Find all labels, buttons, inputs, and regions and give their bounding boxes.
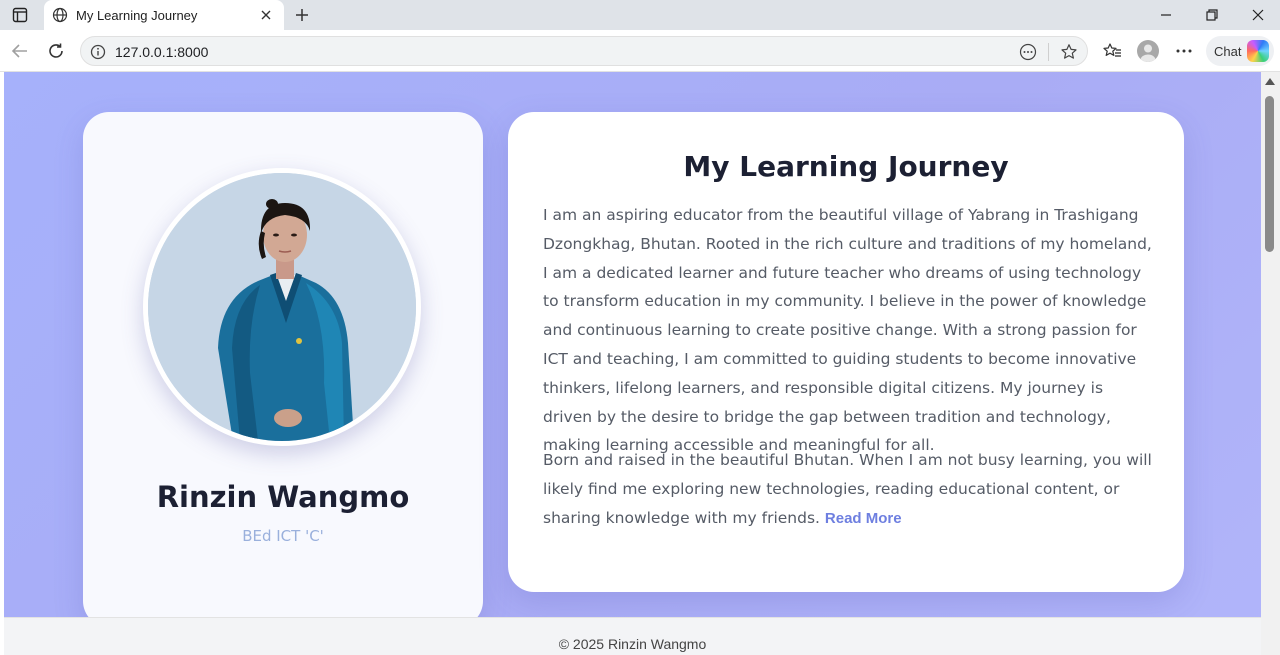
- tab-bar: My Learning Journey: [0, 0, 1280, 30]
- profile-subtitle: BEd ICT 'C': [242, 527, 324, 545]
- vertical-scrollbar[interactable]: [1261, 72, 1280, 655]
- tab-actions-icon[interactable]: [8, 4, 32, 26]
- info-icon[interactable]: [87, 41, 109, 63]
- tab-title: My Learning Journey: [76, 7, 198, 23]
- scroll-up-arrow-icon[interactable]: [1265, 78, 1275, 85]
- footer-text: © 2025 Rinzin Wangmo: [558, 636, 707, 652]
- refresh-icon[interactable]: [43, 38, 69, 64]
- chat-label: Chat: [1214, 43, 1242, 59]
- profile-card: Rinzin Wangmo BEd ICT 'C': [83, 112, 483, 627]
- favorites-icon[interactable]: [1099, 38, 1125, 64]
- read-more-link[interactable]: Read More: [825, 510, 902, 527]
- globe-icon: [52, 7, 68, 23]
- chat-button[interactable]: Chat: [1206, 36, 1274, 66]
- back-arrow-icon[interactable]: [7, 38, 33, 64]
- close-tab-icon[interactable]: [256, 5, 276, 25]
- url-text[interactable]: 127.0.0.1:8000: [115, 44, 208, 60]
- journey-title: My Learning Journey: [683, 150, 1009, 183]
- journey-paragraph-2: Born and raised in the beautiful Bhutan.…: [543, 446, 1155, 533]
- profile-photo: [143, 168, 421, 446]
- restore-icon[interactable]: [1189, 0, 1235, 30]
- close-window-icon[interactable]: [1235, 0, 1280, 30]
- active-tab[interactable]: My Learning Journey: [44, 0, 284, 30]
- profile-name: Rinzin Wangmo: [156, 480, 410, 514]
- favorite-star-icon[interactable]: [1058, 41, 1080, 63]
- journey-paragraph-1: I am an aspiring educator from the beaut…: [543, 206, 1152, 455]
- profile-avatar-icon[interactable]: [1137, 40, 1159, 62]
- browser-toolbar: 127.0.0.1:8000 Chat: [0, 30, 1280, 72]
- copilot-icon: [1247, 40, 1270, 62]
- footer: © 2025 Rinzin Wangmo: [4, 617, 1261, 655]
- more-options-icon[interactable]: [1171, 38, 1197, 64]
- omnibox-divider: [1048, 43, 1049, 61]
- minimize-icon[interactable]: [1143, 0, 1189, 30]
- scrollbar-thumb[interactable]: [1265, 96, 1274, 252]
- address-bar[interactable]: 127.0.0.1:8000: [80, 36, 1088, 66]
- page-actions-icon[interactable]: [1017, 41, 1039, 63]
- new-tab-icon[interactable]: [290, 3, 314, 27]
- page-viewport: Rinzin Wangmo BEd ICT 'C' My Learning Jo…: [4, 72, 1261, 655]
- journey-card: My Learning Journey I am an aspiring edu…: [508, 112, 1184, 592]
